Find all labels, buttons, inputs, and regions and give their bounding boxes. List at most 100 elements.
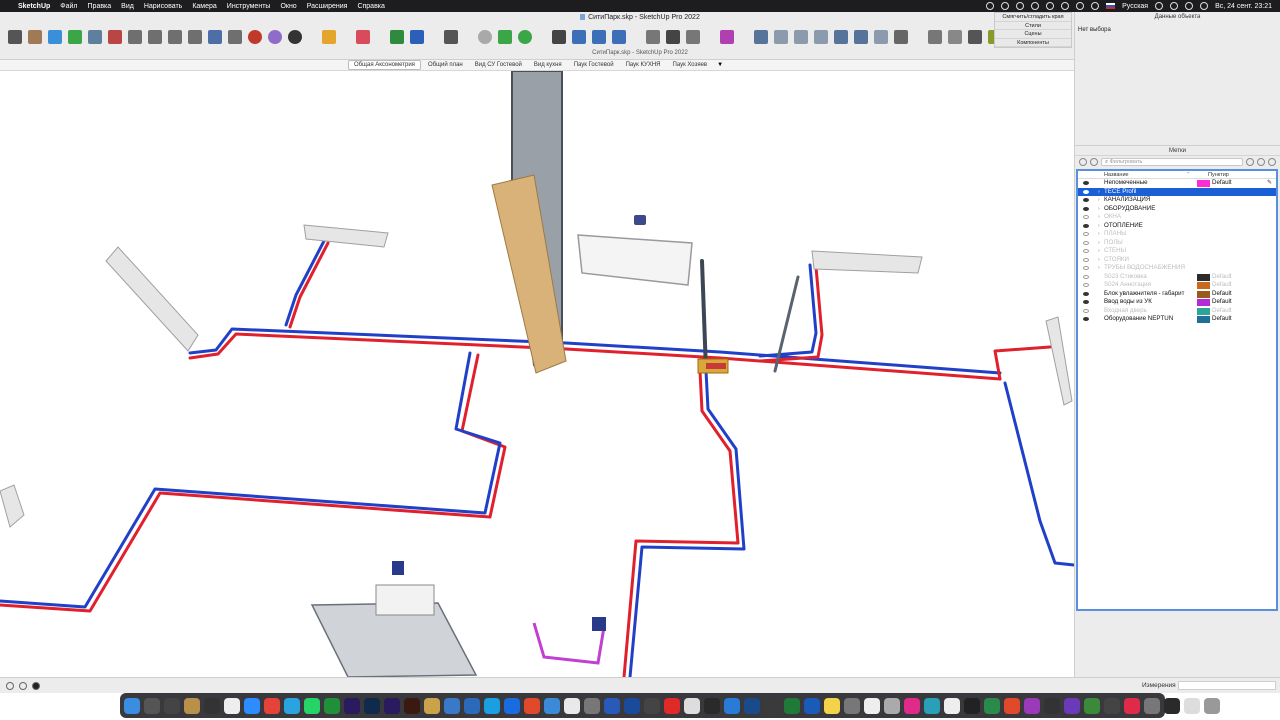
eye-icon[interactable]	[1083, 266, 1089, 270]
scenes-more-button[interactable]: ▼	[713, 62, 727, 68]
photoshop-icon[interactable]	[364, 697, 380, 714]
layers-icon[interactable]	[720, 30, 734, 44]
tag-row[interactable]: Непомеченные Default ✎	[1078, 179, 1276, 188]
tag-dash[interactable]: Default	[1212, 273, 1232, 282]
app-menu[interactable]: SketchUp	[18, 3, 50, 10]
tag-pencil-icon[interactable]	[1246, 158, 1254, 166]
tag-name[interactable]: СТЕНЫ	[1104, 247, 1196, 256]
instructor-icon[interactable]	[32, 682, 40, 690]
sandbox-icon-4[interactable]	[814, 30, 828, 44]
model-viewport[interactable]	[0, 71, 1074, 677]
info-icon[interactable]	[19, 682, 27, 690]
intersect-icon[interactable]	[518, 30, 532, 44]
tag-name[interactable]: Непомеченные	[1104, 179, 1196, 188]
after-effects-icon[interactable]	[384, 697, 400, 714]
volume-icon[interactable]	[1076, 2, 1085, 10]
eye-icon[interactable]	[1083, 189, 1089, 194]
tag-name[interactable]: ОТОПЛЕНИЕ	[1104, 222, 1196, 231]
eye-icon[interactable]	[1083, 198, 1089, 202]
menu-camera[interactable]: Камера	[192, 3, 216, 10]
tray-styles[interactable]: Стили	[995, 22, 1071, 30]
menu-window[interactable]: Окно	[280, 3, 296, 10]
geo-location-icon[interactable]	[6, 682, 14, 690]
extension-warehouse-icon[interactable]	[288, 30, 302, 44]
tag-name[interactable]: TECE Profil	[1104, 188, 1196, 197]
line-tool-icon[interactable]	[444, 30, 458, 44]
tag-row[interactable]: › ОБОРУДОВАНИЕ	[1078, 205, 1276, 214]
app-icon-18[interactable]	[464, 697, 480, 714]
eye-icon[interactable]	[1083, 206, 1089, 211]
view-back-icon[interactable]	[208, 30, 222, 44]
app-icon-8[interactable]	[264, 697, 280, 714]
tag-color-swatch[interactable]	[1197, 307, 1210, 315]
tag-name[interactable]: S024 Аннотация	[1104, 281, 1196, 290]
sandbox-icon-5[interactable]	[834, 30, 848, 44]
menu-tools[interactable]: Инструменты	[227, 3, 271, 10]
tag-name[interactable]: ПЛАНЫ	[1104, 230, 1196, 239]
tag-dash[interactable]: Default	[1212, 179, 1232, 188]
whatsapp-icon[interactable]	[304, 697, 320, 714]
app-icon-44[interactable]	[984, 697, 1000, 714]
tag-row[interactable]: › ОТОПЛЕНИЕ	[1078, 222, 1276, 231]
play-icon[interactable]	[68, 30, 82, 44]
scale-icon[interactable]	[572, 30, 586, 44]
app-icon-45[interactable]	[1004, 697, 1020, 714]
tag-color-swatch[interactable]	[1197, 273, 1210, 281]
tag-name[interactable]: S023 Стиковка	[1104, 273, 1196, 282]
flip-icon[interactable]	[612, 30, 626, 44]
tag-row[interactable]: › ПОЛЫ	[1078, 239, 1276, 248]
app-icon-27[interactable]	[644, 697, 660, 714]
ruby-icon[interactable]	[248, 30, 262, 44]
tag-dash[interactable]: Default	[1212, 290, 1232, 299]
path-icon[interactable]	[894, 30, 908, 44]
tag-name[interactable]: ТРУБЫ ВОДОСНАБЖЕНИЯ	[1104, 264, 1196, 273]
zoom-icon[interactable]	[8, 30, 22, 44]
sandbox-icon-2[interactable]	[774, 30, 788, 44]
tag-dash[interactable]: Default	[1212, 298, 1232, 307]
paint-bucket-icon[interactable]	[28, 30, 42, 44]
sort-icon[interactable]: ⌃	[1186, 171, 1208, 178]
tag-row[interactable]: Ввод воды из УК Default	[1078, 298, 1276, 307]
view-left-icon[interactable]	[228, 30, 242, 44]
eye-icon[interactable]	[1083, 181, 1089, 185]
add-tag-icon[interactable]	[1079, 158, 1087, 166]
tag-row[interactable]: S024 Аннотация Default	[1078, 281, 1276, 290]
telegram-icon[interactable]	[284, 697, 300, 714]
app-icon-4[interactable]	[184, 697, 200, 714]
downloads-icon[interactable]	[1184, 697, 1200, 714]
tag-row[interactable]: › ОКНА	[1078, 213, 1276, 222]
scene-tab-owner-manifold[interactable]: Паук Хозяев	[668, 61, 713, 69]
screen-icon[interactable]	[1016, 2, 1025, 10]
eye-icon[interactable]	[1083, 232, 1089, 236]
redo-icon[interactable]	[686, 30, 700, 44]
eye-icon[interactable]	[1083, 257, 1089, 262]
app-icon-46[interactable]	[1024, 697, 1040, 714]
eye-icon[interactable]	[1083, 215, 1089, 219]
tag-name[interactable]: Входная дверь	[1104, 307, 1196, 316]
tag-row[interactable]: › СТЕНЫ	[1078, 247, 1276, 256]
tags-filter-input[interactable]: Фильтровать	[1101, 158, 1243, 166]
terminal-icon[interactable]	[964, 697, 980, 714]
app-icon-29[interactable]	[684, 697, 700, 714]
chevron-right-icon[interactable]: ›	[1098, 196, 1100, 205]
menu-view[interactable]: Вид	[121, 3, 134, 10]
rotate-icon[interactable]	[592, 30, 606, 44]
zoom-app-icon[interactable]	[244, 697, 260, 714]
tag-name[interactable]: Блок увлажнителя - габарит	[1104, 290, 1196, 299]
tag-row[interactable]: S023 Стиковка Default	[1078, 273, 1276, 282]
app-icon-16[interactable]	[424, 697, 440, 714]
app-icon-53[interactable]	[1164, 697, 1180, 714]
app-icon-25[interactable]	[604, 697, 620, 714]
app-icon-20[interactable]	[504, 697, 520, 714]
notes-icon[interactable]	[224, 697, 240, 714]
tray-components[interactable]: Компоненты	[995, 39, 1071, 47]
tag-row[interactable]: › ТРУБЫ ВОДОСНАБЖЕНИЯ	[1078, 264, 1276, 273]
battery-icon[interactable]	[1091, 2, 1100, 10]
tag-dash[interactable]: Default	[1212, 315, 1232, 324]
app-icon-42[interactable]	[944, 697, 960, 714]
tag-row[interactable]: Блок увлажнителя - габарит Default	[1078, 290, 1276, 299]
shell-icon[interactable]	[478, 30, 492, 44]
premiere-icon[interactable]	[344, 697, 360, 714]
measure-icon[interactable]	[928, 30, 942, 44]
tag-color-swatch[interactable]	[1197, 299, 1210, 306]
